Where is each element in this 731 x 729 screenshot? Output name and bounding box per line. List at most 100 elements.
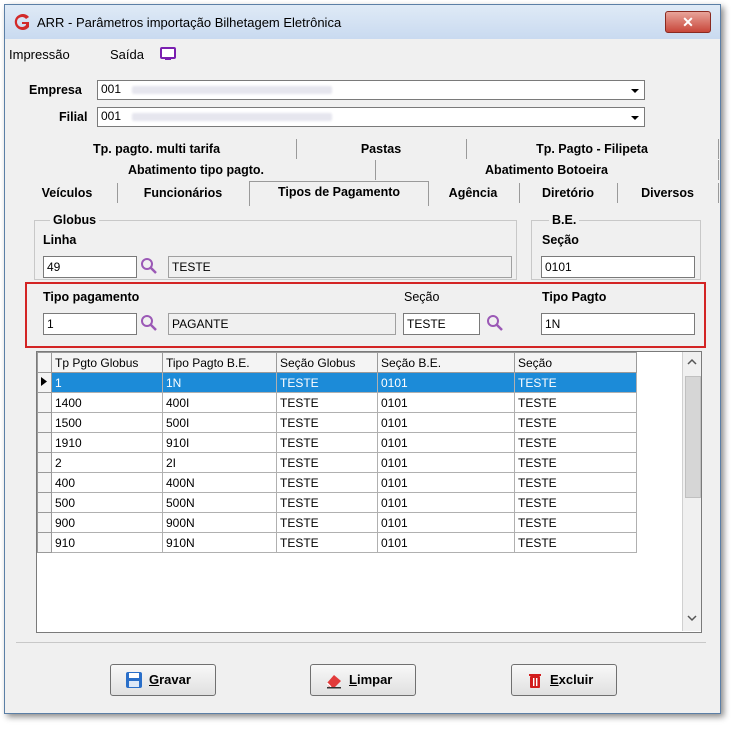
limpar-label: Limpar [349,672,393,687]
row-indicator [37,532,52,553]
cell: TESTE [276,472,378,493]
cell: 1910 [51,432,163,453]
eraser-icon [326,675,341,689]
cell: 0101 [377,452,515,473]
table-row[interactable]: 1500 500I TESTE 0101 TESTE [37,412,637,433]
tab-tipos-pagamento[interactable]: Tipos de Pagamento [249,181,429,206]
search-icon[interactable] [140,314,158,332]
tab-funcionarios[interactable]: Funcionários [117,183,250,203]
table-row[interactable]: 910 910N TESTE 0101 TESTE [37,532,637,553]
cell: TESTE [276,432,378,453]
cell: TESTE [276,412,378,433]
grid-header: Tp Pgto Globus Tipo Pagto B.E. Seção Glo… [37,352,637,373]
row-indicator [37,452,52,473]
filial-value: 001 [101,109,122,123]
tab-row-3: Veículos Funcionários Tipos de Pagamento… [17,181,720,206]
cell: 0101 [377,492,515,513]
table-row[interactable]: 1 1N TESTE 0101 TESTE [37,372,637,393]
gravar-button[interactable]: Gravar [110,664,216,696]
row-indicator [37,472,52,493]
grid-table: Tp Pgto Globus Tipo Pagto B.E. Seção Glo… [37,352,637,553]
col-tipo-pagto-be[interactable]: Tipo Pagto B.E. [162,352,277,373]
cell: 1500 [51,412,163,433]
be-secao-label: Seção [542,233,579,247]
row-indicator [37,512,52,533]
filial-combo[interactable]: 001 [97,107,645,127]
menu-impressao[interactable]: Impressão [9,47,70,62]
cell: TESTE [514,392,637,413]
tipo-pagamento-label: Tipo pagamento [43,290,140,304]
search-icon[interactable] [486,314,504,332]
chevron-down-icon[interactable] [687,614,697,622]
cell: 910N [162,532,277,553]
cell: TESTE [514,432,637,453]
limpar-button[interactable]: Limpar [310,664,416,696]
tab-agencia[interactable]: Agência [427,183,520,203]
close-button[interactable]: ✕ [665,11,711,33]
cell: TESTE [276,372,378,393]
footer-divider [16,642,706,643]
tipo-pagamento-input[interactable]: 1 [43,313,137,335]
excluir-button[interactable]: Excluir [511,664,617,696]
window-title: ARR - Parâmetros importação Bilhetagem E… [37,15,342,30]
payment-grid[interactable]: Tp Pgto Globus Tipo Pagto B.E. Seção Glo… [36,351,702,633]
linha-description: TESTE [168,256,512,278]
cell: TESTE [514,512,637,533]
tab-abatimento-tipo[interactable]: Abatimento tipo pagto. [17,160,376,180]
table-row[interactable]: 1910 910I TESTE 0101 TESTE [37,432,637,453]
tab-pastas[interactable]: Pastas [296,139,467,159]
row-indicator [37,492,52,513]
monitor-icon[interactable] [160,47,176,61]
linha-value: 49 [47,260,61,274]
tipo-pagamento-value: 1 [47,317,54,331]
be-tipo-input[interactable]: 1N [541,313,695,335]
cell: 500 [51,492,163,513]
grid-scrollbar[interactable] [682,352,701,631]
cell: 0101 [377,412,515,433]
cell: TESTE [276,512,378,533]
chevron-down-icon[interactable] [628,83,642,97]
tab-row-1: Tp. pagto. multi tarifa Pastas Tp. Pagto… [17,139,720,159]
globus-legend: Globus [50,213,100,227]
col-secao-globus[interactable]: Seção Globus [276,352,378,373]
linha-input[interactable]: 49 [43,256,137,278]
be-legend: B.E. [549,213,580,227]
be-tipo-value: 1N [545,317,561,331]
menu-saida[interactable]: Saída [110,47,144,62]
table-row[interactable]: 900 900N TESTE 0101 TESTE [37,512,637,533]
tab-diretorio[interactable]: Diretório [519,183,618,203]
table-row[interactable]: 1400 400I TESTE 0101 TESTE [37,392,637,413]
tab-abatimento-botoeira[interactable]: Abatimento Botoeira [375,160,719,180]
trash-icon [529,674,541,688]
globus-secao-label: Seção [404,290,440,304]
cell: TESTE [514,372,637,393]
app-logo-icon [14,14,29,30]
tab-veiculos[interactable]: Veículos [17,183,118,203]
cell: TESTE [514,412,637,433]
col-secao-be[interactable]: Seção B.E. [377,352,515,373]
col-secao[interactable]: Seção [514,352,637,373]
be-secao-input[interactable]: 0101 [541,256,695,278]
chevron-up-icon[interactable] [687,358,697,366]
row-indicator [37,432,52,453]
scrollbar-thumb[interactable] [685,376,701,498]
table-row[interactable]: 2 2I TESTE 0101 TESTE [37,452,637,473]
table-row[interactable]: 500 500N TESTE 0101 TESTE [37,492,637,513]
cell: 0101 [377,432,515,453]
cell: 2 [51,452,163,473]
cell: TESTE [276,392,378,413]
globus-secao-input[interactable]: TESTE [403,313,480,335]
tab-multi-tarifa[interactable]: Tp. pagto. multi tarifa [17,139,297,159]
col-tp-pgto-globus[interactable]: Tp Pgto Globus [51,352,163,373]
table-row[interactable]: 400 400N TESTE 0101 TESTE [37,472,637,493]
search-icon[interactable] [140,257,158,275]
empresa-combo[interactable]: 001 [97,80,645,100]
title-bar: ARR - Parâmetros importação Bilhetagem E… [5,5,720,39]
tab-row-2: Abatimento tipo pagto. Abatimento Botoei… [17,160,720,180]
cell: TESTE [276,452,378,473]
tab-filipeta[interactable]: Tp. Pagto - Filipeta [466,139,719,159]
chevron-down-icon[interactable] [628,110,642,124]
tab-diversos[interactable]: Diversos [617,183,719,203]
row-indicator [37,372,52,393]
filial-redacted [132,113,332,121]
